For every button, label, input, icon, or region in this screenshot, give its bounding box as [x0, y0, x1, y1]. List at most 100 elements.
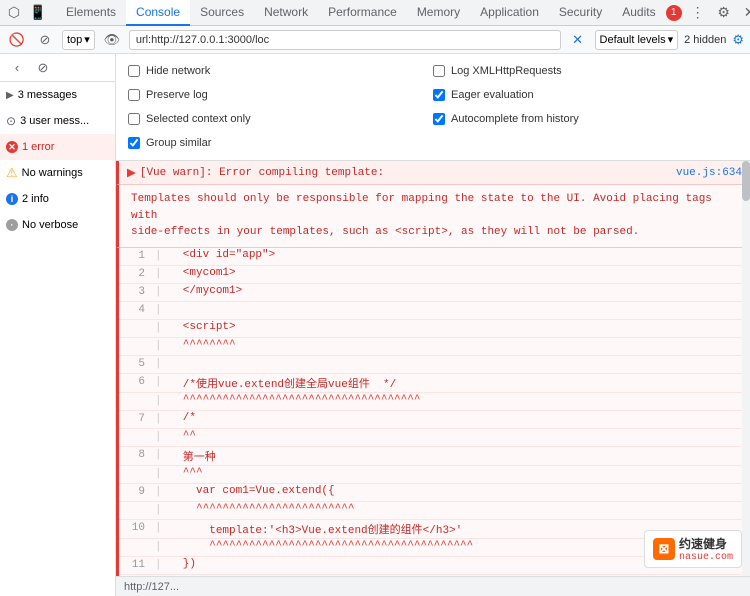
group-similar-checkbox[interactable] — [128, 137, 140, 149]
tab-bar-right: 1 ⋮ ⚙ ✕ — [666, 3, 750, 23]
code-line-2: 2 | <mycom1> — [119, 266, 750, 284]
more-tabs-icon[interactable]: ⋮ — [688, 3, 708, 23]
code-line-squiggle-4: | ^^^ — [119, 466, 750, 484]
autocomplete-option[interactable]: Autocomplete from history — [433, 108, 738, 130]
scrollbar-track[interactable] — [742, 161, 750, 576]
tab-network[interactable]: Network — [254, 0, 318, 26]
line-number: 2 — [119, 267, 155, 280]
context-chevron-icon: ▾ — [84, 33, 90, 46]
selected-context-option[interactable]: Selected context only — [128, 108, 433, 130]
close-devtools-icon[interactable]: ✕ — [740, 3, 750, 23]
sidebar-item-warnings[interactable]: ⚠ No warnings — [0, 160, 115, 186]
settings-icon[interactable]: ⚙ — [714, 3, 734, 23]
tab-performance[interactable]: Performance — [318, 0, 407, 26]
log-levels-chevron-icon: ▾ — [668, 33, 674, 46]
code-line-8: 8 | 第一种 — [119, 447, 750, 466]
tab-security[interactable]: Security — [549, 0, 612, 26]
context-value: top — [67, 34, 82, 46]
settings-col-right: Log XMLHttpRequests Eager evaluation Aut… — [433, 60, 738, 154]
hide-network-option[interactable]: Hide network — [128, 60, 433, 82]
settings-panel: Hide network Preserve log Selected conte… — [116, 54, 750, 161]
user-icon: ⊙ — [6, 114, 16, 128]
messages-label: 3 messages — [18, 89, 77, 101]
scrollbar-thumb[interactable] — [742, 161, 750, 201]
line-number: 5 — [119, 357, 155, 370]
code-line-3: 3 | </mycom1> — [119, 284, 750, 302]
hidden-count: 2 hidden — [684, 34, 726, 46]
clear-console-icon[interactable]: 🚫 — [6, 29, 28, 51]
context-select[interactable]: top ▾ — [62, 30, 95, 50]
warning-icon: ⚠ — [6, 165, 18, 181]
line-number: 11 — [119, 558, 155, 571]
tab-console[interactable]: Console — [126, 0, 190, 26]
watermark-line1: 约速健身 — [679, 535, 733, 552]
filter-input[interactable] — [129, 30, 561, 50]
line-number: 6 — [119, 375, 155, 388]
verbose-icon: · — [6, 219, 18, 231]
code-line-script: | <script> — [119, 320, 750, 338]
log-xhr-checkbox[interactable] — [433, 65, 445, 77]
code-line-squiggle-2: | ^^^^^^^^^^^^^^^^^^^^^^^^^^^^^^^^^^^^ — [119, 393, 750, 411]
error-title: [Vue warn]: Error compiling template: — [140, 167, 384, 179]
line-number: 4 — [119, 303, 155, 316]
sidebar-item-info[interactable]: i 2 info — [0, 186, 115, 212]
error-message: Templates should only be responsible for… — [116, 185, 750, 248]
tab-elements[interactable]: Elements — [56, 0, 126, 26]
filter-icon[interactable]: ⊘ — [34, 29, 56, 51]
code-line-9: 9 | var com1=Vue.extend({ — [119, 484, 750, 502]
sidebar-filter-row: ‹ ⊘ — [0, 54, 115, 82]
line-number: 1 — [119, 249, 155, 262]
tab-sources[interactable]: Sources — [190, 0, 254, 26]
selected-context-checkbox[interactable] — [128, 113, 140, 125]
file-link[interactable]: vue.js:634 — [676, 167, 742, 179]
code-line-squiggle-3: | ^^ — [119, 429, 750, 447]
watermark-line2: nasue.com — [679, 552, 733, 563]
tab-audits[interactable]: Audits — [612, 0, 665, 26]
hide-network-checkbox[interactable] — [128, 65, 140, 77]
clear-filter-icon[interactable]: ✕ — [567, 29, 589, 51]
sidebar-item-messages[interactable]: ▶ 3 messages — [0, 82, 115, 108]
inspect-icon[interactable]: ⬡ — [4, 3, 24, 23]
devtools-icons: ⬡ 📱 — [4, 3, 56, 23]
preserve-log-checkbox[interactable] — [128, 89, 140, 101]
code-line-4: 4 | — [119, 302, 750, 320]
log-xhr-option[interactable]: Log XMLHttpRequests — [433, 60, 738, 82]
eager-eval-label: Eager evaluation — [451, 89, 534, 101]
error-label: 1 error — [22, 141, 54, 153]
sidebar-filter-icon[interactable]: ⊘ — [32, 57, 54, 79]
info-icon: i — [6, 193, 18, 205]
sidebar: ‹ ⊘ ▶ 3 messages ⊙ 3 user mess... ✕ 1 er… — [0, 54, 116, 596]
eager-eval-checkbox[interactable] — [433, 89, 445, 101]
eye-icon[interactable]: 👁 — [101, 29, 123, 51]
autocomplete-label: Autocomplete from history — [451, 113, 579, 125]
eager-eval-option[interactable]: Eager evaluation — [433, 84, 738, 106]
sidebar-item-verbose[interactable]: · No verbose — [0, 212, 115, 238]
log-levels-label: Default levels — [600, 34, 666, 46]
error-icon: ✕ — [6, 141, 18, 153]
code-line-7: 7 | /* — [119, 411, 750, 429]
code-block: 1 | <div id="app"> 2 | <mycom1> 3 | </my… — [116, 248, 750, 577]
settings-col-left: Hide network Preserve log Selected conte… — [128, 60, 433, 154]
code-line-squiggle-7: | ^^ — [119, 575, 750, 577]
preserve-log-option[interactable]: Preserve log — [128, 84, 433, 106]
watermark-icon: ⊠ — [653, 538, 675, 560]
sidebar-item-user-messages[interactable]: ⊙ 3 user mess... — [0, 108, 115, 134]
group-similar-option[interactable]: Group similar — [128, 132, 433, 154]
line-number: 7 — [119, 412, 155, 425]
line-number: 10 — [119, 521, 155, 534]
sidebar-back-icon[interactable]: ‹ — [6, 57, 28, 79]
line-number — [119, 321, 155, 322]
watermark: ⊠ 约速健身 nasue.com — [644, 530, 742, 568]
console-settings-icon[interactable]: ⚙ — [732, 32, 744, 48]
content-area: Hide network Preserve log Selected conte… — [116, 54, 750, 596]
device-icon[interactable]: 📱 — [28, 3, 48, 23]
console-output[interactable]: ▶ [Vue warn]: Error compiling template: … — [116, 161, 750, 576]
main-area: ‹ ⊘ ▶ 3 messages ⊙ 3 user mess... ✕ 1 er… — [0, 54, 750, 596]
log-levels-select[interactable]: Default levels ▾ — [595, 30, 679, 50]
code-line-squiggle-5: | ^^^^^^^^^^^^^^^^^^^^^^^^ — [119, 502, 750, 520]
autocomplete-checkbox[interactable] — [433, 113, 445, 125]
tab-application[interactable]: Application — [470, 0, 549, 26]
code-line-squiggle-1: | ^^^^^^^^ — [119, 338, 750, 356]
sidebar-item-errors[interactable]: ✕ 1 error — [0, 134, 115, 160]
tab-memory[interactable]: Memory — [407, 0, 470, 26]
